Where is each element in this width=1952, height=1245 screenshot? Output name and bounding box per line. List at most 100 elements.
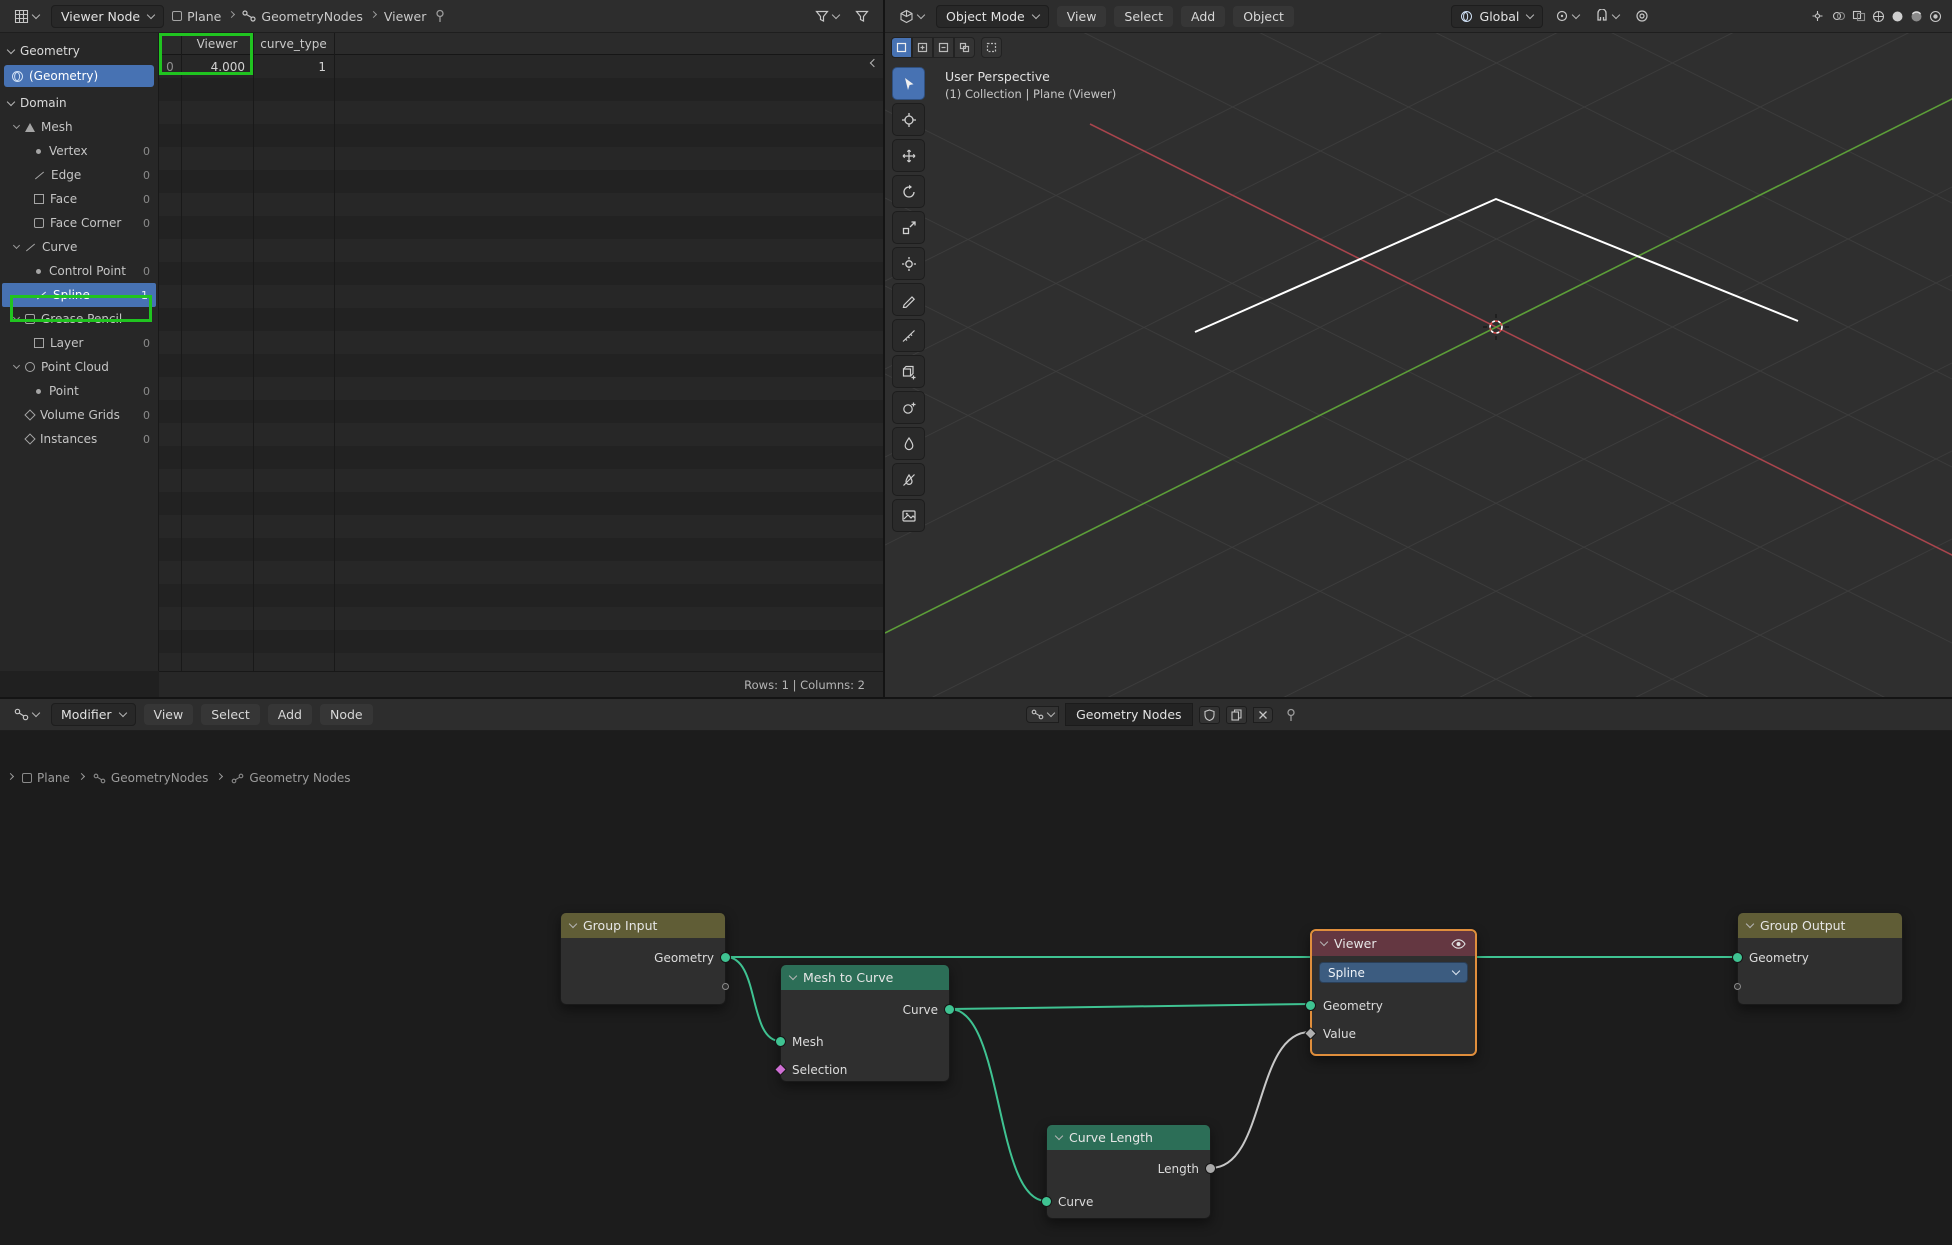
filter-toggle-button[interactable] — [811, 8, 843, 25]
node-viewer-header[interactable]: Viewer — [1312, 931, 1475, 956]
shading-rendered-icon[interactable] — [1929, 10, 1942, 23]
node-editor-canvas[interactable]: Plane GeometryNodes Geometry Nodes — [0, 731, 1952, 1245]
node-tree-name-field[interactable]: Geometry Nodes — [1065, 703, 1192, 726]
scale-tool[interactable] — [892, 211, 925, 244]
sidebar-item-point[interactable]: Point 0 — [0, 379, 158, 403]
sidebar-item-control-point[interactable]: Control Point 0 — [0, 259, 158, 283]
browse-node-tree-button[interactable] — [1026, 706, 1059, 723]
socket-virtual-output[interactable] — [722, 983, 729, 990]
menu-object[interactable]: Object — [1233, 6, 1294, 27]
socket-geometry-input[interactable] — [1732, 952, 1743, 963]
viewer-domain-dropdown[interactable]: Spline — [1319, 962, 1468, 983]
sidebar-item-geometry-id[interactable]: (Geometry) — [4, 65, 154, 87]
breadcrumb-geometrynodes[interactable]: GeometryNodes — [242, 9, 362, 24]
sidebar-item-mesh[interactable]: Mesh — [0, 115, 158, 139]
node-viewer[interactable]: Viewer Spline Geometry Value — [1310, 929, 1477, 1056]
socket-geometry-output[interactable] — [720, 952, 731, 963]
menu-add[interactable]: Add — [268, 704, 312, 725]
sidebar-item-layer[interactable]: Layer 0 — [0, 331, 158, 355]
breadcrumb-viewer[interactable]: Viewer — [384, 9, 427, 24]
rotate-tool[interactable] — [892, 175, 925, 208]
sidebar-item-face-corner[interactable]: Face Corner 0 — [0, 211, 158, 235]
move-tool[interactable] — [892, 139, 925, 172]
sidebar-item-instances[interactable]: Instances 0 — [0, 427, 158, 451]
panel-expand-icon[interactable] — [7, 773, 14, 780]
cursor-tool[interactable] — [892, 103, 925, 136]
image-reference-tool[interactable] — [892, 499, 925, 532]
sidebar-item-face[interactable]: Face 0 — [0, 187, 158, 211]
menu-add[interactable]: Add — [1181, 6, 1225, 27]
pin-icon[interactable] — [434, 9, 446, 23]
select-mode-subtract-button[interactable] — [933, 37, 954, 58]
breadcrumb-geometrynodes[interactable]: GeometryNodes — [93, 771, 208, 785]
sidebar-item-point-cloud[interactable]: Point Cloud — [0, 355, 158, 379]
sidebar-item-curve[interactable]: Curve — [0, 235, 158, 259]
column-header-viewer[interactable]: Viewer — [181, 33, 253, 54]
menu-view[interactable]: View — [1057, 6, 1107, 27]
menu-select[interactable]: Select — [201, 704, 260, 725]
snapping-button[interactable] — [1591, 7, 1623, 25]
shading-solid-icon[interactable] — [1891, 10, 1904, 23]
node-curve-length[interactable]: Curve Length Length Curve — [1046, 1124, 1211, 1219]
viewport-canvas[interactable]: User Perspective (1) Collection | Plane … — [885, 33, 1952, 697]
mode-dropdown[interactable]: Object Mode — [936, 5, 1049, 28]
editor-type-button[interactable] — [895, 7, 928, 26]
socket-length-output[interactable] — [1205, 1163, 1216, 1174]
pin-icon[interactable] — [1285, 708, 1297, 722]
socket-curve-input[interactable] — [1041, 1196, 1052, 1207]
fake-user-button[interactable] — [1199, 706, 1220, 724]
menu-node[interactable]: Node — [320, 704, 373, 725]
socket-geometry-input[interactable] — [1305, 1000, 1316, 1011]
node-mesh-to-curve-header[interactable]: Mesh to Curve — [781, 965, 949, 990]
mask-tool[interactable] — [892, 463, 925, 496]
socket-mesh-input[interactable] — [775, 1036, 786, 1047]
curve-object[interactable] — [1195, 199, 1798, 332]
sidebar-item-edge[interactable]: Edge 0 — [0, 163, 158, 187]
node-group-input[interactable]: Group Input Geometry — [560, 912, 726, 1005]
transform-orientation-dropdown[interactable]: Global — [1451, 5, 1544, 28]
transform-tool[interactable] — [892, 247, 925, 280]
sidebar-section-geometry[interactable]: Geometry — [0, 39, 158, 63]
proportional-editing-button[interactable] — [1631, 7, 1653, 25]
node-tree-type-dropdown[interactable]: Modifier — [51, 703, 136, 726]
breadcrumb-plane[interactable]: Plane — [172, 9, 221, 24]
node-curve-length-header[interactable]: Curve Length — [1047, 1125, 1210, 1150]
select-mode-intersect-button[interactable] — [954, 37, 975, 58]
column-header-curve-type[interactable]: curve_type — [253, 33, 334, 54]
sidebar-item-spline[interactable]: Spline 1 — [2, 283, 156, 307]
sidebar-section-domain[interactable]: Domain — [0, 91, 158, 115]
eye-icon[interactable] — [1451, 939, 1466, 949]
editor-type-button[interactable] — [10, 7, 43, 26]
editor-type-button[interactable] — [10, 706, 43, 723]
menu-select[interactable]: Select — [1114, 6, 1173, 27]
measure-tool[interactable] — [892, 319, 925, 352]
shading-material-icon[interactable] — [1910, 10, 1923, 23]
add-cube-tool[interactable] — [892, 355, 925, 388]
paint-tool[interactable] — [892, 427, 925, 460]
node-group-output-header[interactable]: Group Output — [1738, 913, 1902, 938]
select-box-tool[interactable] — [892, 67, 925, 100]
annotate-tool[interactable] — [892, 283, 925, 316]
select-mode-extend-button[interactable] — [912, 37, 933, 58]
node-mesh-to-curve[interactable]: Mesh to Curve Curve Mesh Selection — [780, 964, 950, 1082]
show-overlays-icon[interactable] — [1831, 10, 1846, 22]
menu-view[interactable]: View — [144, 704, 194, 725]
show-gizmo-icon[interactable] — [1810, 10, 1825, 22]
viewer-node-dropdown[interactable]: Viewer Node — [51, 5, 164, 28]
filter-button[interactable] — [851, 8, 873, 25]
add-sphere-tool[interactable] — [892, 391, 925, 424]
select-mode-invert-button[interactable] — [981, 37, 1002, 58]
sidebar-item-grease-pencil[interactable]: Grease Pencil — [0, 307, 158, 331]
table-row[interactable]: 0 4.000 1 — [159, 55, 883, 78]
new-copy-button[interactable] — [1226, 706, 1247, 724]
select-mode-set-button[interactable] — [891, 37, 912, 58]
shading-wireframe-icon[interactable] — [1872, 10, 1885, 23]
node-group-input-header[interactable]: Group Input — [561, 913, 725, 938]
node-group-output[interactable]: Group Output Geometry — [1737, 912, 1903, 1005]
toggle-xray-icon[interactable] — [1852, 10, 1866, 22]
socket-virtual-input[interactable] — [1734, 983, 1741, 990]
unlink-datablock-button[interactable] — [1253, 707, 1273, 723]
breadcrumb-geometry-nodes-tree[interactable]: Geometry Nodes — [231, 771, 350, 785]
sidebar-item-vertex[interactable]: Vertex 0 — [0, 139, 158, 163]
sidebar-item-volume-grids[interactable]: Volume Grids 0 — [0, 403, 158, 427]
